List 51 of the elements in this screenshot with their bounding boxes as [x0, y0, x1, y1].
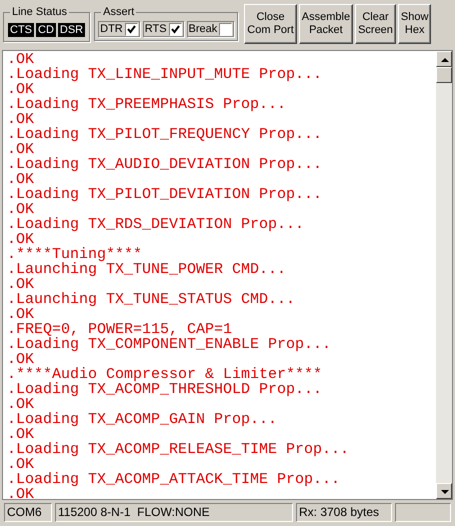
- terminal-line: .OK: [7, 82, 34, 97]
- terminal-line: .OK: [7, 52, 34, 67]
- terminal-line: .Loading TX_AUDIO_DEVIATION Prop...: [7, 157, 324, 172]
- terminal-line: .OK: [7, 232, 34, 247]
- scroll-up-icon[interactable]: [436, 51, 452, 67]
- checkbox-label: DTR: [100, 22, 123, 36]
- terminal-line: .Loading TX_PREEMPHASIS Prop...: [7, 97, 288, 112]
- terminal-line: .OK: [7, 352, 34, 367]
- terminal-line: .Loading TX_ACOMP_ATTACK_TIME Prop...: [7, 472, 342, 487]
- terminal-line: .OK: [7, 427, 34, 442]
- signal-indicator: CTS: [8, 23, 34, 37]
- terminal-line: .OK: [7, 172, 34, 187]
- toolbar-button[interactable]: Clear Screen: [355, 4, 396, 44]
- scroll-down-icon[interactable]: [436, 483, 452, 499]
- signal-indicator: DSR: [58, 23, 86, 37]
- checkbox[interactable]: [219, 22, 232, 36]
- status-pane: Rx: 3708 bytes: [296, 503, 392, 522]
- terminal-line: .OK: [7, 487, 34, 499]
- terminal-line: .Launching TX_TUNE_STATUS CMD...: [7, 292, 296, 307]
- terminal-line: .OK: [7, 397, 34, 412]
- checkbox-label: Break: [188, 22, 218, 36]
- terminal-line: .Loading TX_RDS_DEVIATION Prop...: [7, 217, 306, 232]
- terminal-line: .OK: [7, 142, 34, 157]
- terminal-line: .OK: [7, 112, 34, 127]
- vertical-scrollbar[interactable]: [436, 51, 452, 499]
- terminal-line: .Loading TX_ACOMP_THRESHOLD Prop...: [7, 382, 324, 397]
- terminal-line: .OK: [7, 277, 34, 292]
- terminal-line: .OK: [7, 202, 34, 217]
- terminal-line: .****Audio Compressor & Limiter****: [7, 367, 324, 382]
- status-pane: [395, 503, 451, 522]
- status-pane: 115200 8-N-1 FLOW:NONE: [55, 503, 293, 522]
- terminal-line: .Loading TX_PILOT_DEVIATION Prop...: [7, 187, 324, 202]
- toolbar-button[interactable]: Show Hex: [398, 4, 432, 44]
- checkbox[interactable]: [168, 22, 182, 36]
- signal-indicator: CD: [36, 23, 56, 37]
- toolbar-button[interactable]: Close Com Port: [244, 4, 297, 44]
- terminal-line: .FREQ=0, POWER=115, CAP=1: [7, 322, 234, 337]
- terminal-line: .Loading TX_COMPONENT_ENABLE Prop...: [7, 337, 332, 352]
- terminal-line: .Loading TX_ACOMP_GAIN Prop...: [7, 412, 278, 427]
- terminal-line: .Loading TX_PILOT_FREQUENCY Prop...: [7, 127, 324, 142]
- terminal-line: .OK: [7, 457, 34, 472]
- terminal-line: .****Tuning****: [7, 247, 144, 262]
- terminal-line: .Loading TX_LINE_INPUT_MUTE Prop...: [7, 67, 324, 82]
- terminal-line: .Launching TX_TUNE_POWER CMD...: [7, 262, 288, 277]
- checkbox-label: RTS: [144, 22, 167, 36]
- status-pane: COM6: [4, 503, 52, 522]
- terminal-line: .Loading TX_ACOMP_RELEASE_TIME Prop...: [7, 442, 350, 457]
- scroll-thumb[interactable]: [436, 67, 452, 83]
- toolbar-button[interactable]: Assemble Packet: [298, 4, 354, 44]
- terminal-line: .OK: [7, 307, 34, 322]
- checkbox[interactable]: [124, 22, 138, 36]
